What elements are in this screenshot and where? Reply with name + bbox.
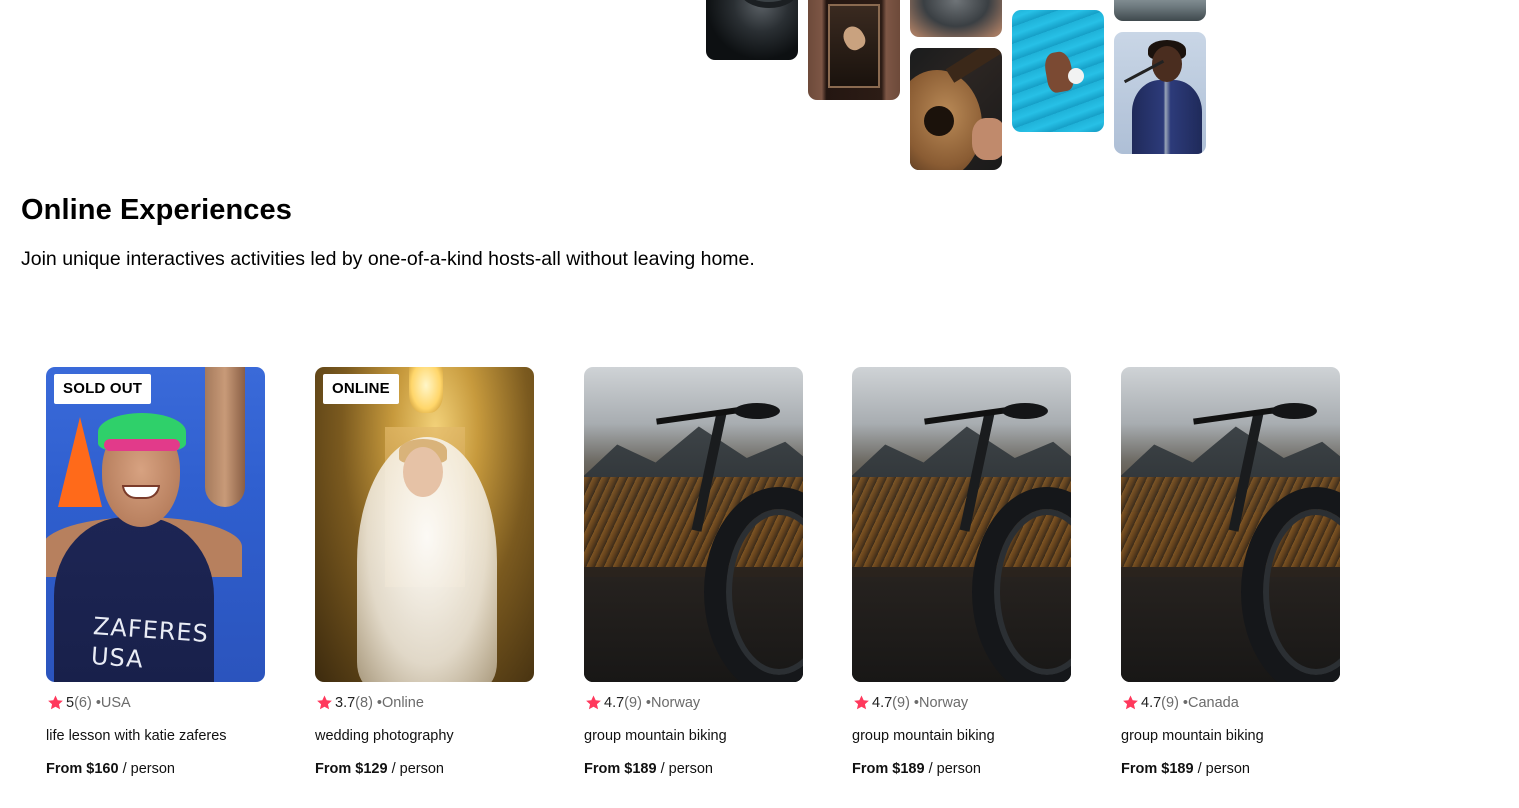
price-unit: / person [387,761,444,777]
section-title: Online Experiences [21,194,292,226]
card-meta: 3.7 (8) •Online [315,694,424,712]
card-title[interactable]: group mountain biking [1121,728,1264,744]
price-amount: From $189 [1121,761,1194,777]
card-meta: 4.7 (9) •Norway [852,694,968,712]
card-title[interactable]: group mountain biking [852,728,995,744]
rating-value: 5 [66,695,75,711]
rating-value: 3.7 [335,695,356,711]
review-count: (9) [624,695,642,711]
card-image[interactable]: ONLINE [315,367,534,682]
section-subtitle: Join unique interactives activities led … [21,248,755,270]
pottery-photo [910,0,1002,37]
experience-card-list: ZAFERES USA SOLD OUT 5 (6) •USA life les… [0,367,1519,808]
experience-card[interactable]: 4.7 (9) •Canada group mountain biking Fr… [1121,367,1340,777]
hero-photo-grid [0,0,1519,175]
star-icon [48,695,63,710]
star-icon [317,695,332,710]
card-image[interactable] [1121,367,1340,682]
card-price: From $129 / person [315,761,444,777]
location: •USA [95,695,131,711]
card-price: From $189 / person [852,761,981,777]
review-count: (9) [892,695,910,711]
card-title[interactable]: wedding photography [315,728,454,744]
cookware-photo [706,0,798,60]
location: •Norway [913,695,969,711]
card-meta: 4.7 (9) •Norway [584,694,700,712]
rating-value: 4.7 [872,695,893,711]
price-amount: From $189 [584,761,657,777]
swimmer-photo [1012,10,1104,132]
rating-value: 4.7 [604,695,625,711]
card-image[interactable] [852,367,1071,682]
rating-value: 4.7 [1141,695,1162,711]
price-unit: / person [924,761,981,777]
card-image[interactable]: ZAFERES USA SOLD OUT [46,367,265,682]
status-badge: SOLD OUT [54,374,152,404]
star-icon [1123,695,1138,710]
star-icon [854,695,869,710]
meditation-photo [1114,0,1206,21]
card-title[interactable]: group mountain biking [584,728,727,744]
review-count: (6) [74,695,92,711]
location: •Norway [645,695,701,711]
card-price: From $189 / person [1121,761,1250,777]
price-amount: From $160 [46,761,119,777]
card-price: From $189 / person [584,761,713,777]
card-meta: 4.7 (9) •Canada [1121,694,1239,712]
price-unit: / person [656,761,713,777]
review-count: (8) [355,695,373,711]
price-amount: From $129 [315,761,388,777]
dancer-doorway-photo [808,0,900,100]
experience-card[interactable]: 4.7 (9) •Norway group mountain biking Fr… [584,367,803,777]
star-icon [586,695,601,710]
experience-card[interactable]: ZAFERES USA SOLD OUT 5 (6) •USA life les… [46,367,265,777]
experience-card[interactable]: 4.7 (9) •Norway group mountain biking Fr… [852,367,1071,777]
review-count: (9) [1161,695,1179,711]
card-meta: 5 (6) •USA [46,694,131,712]
status-badge: ONLINE [323,374,399,404]
price-amount: From $189 [852,761,925,777]
card-image[interactable] [584,367,803,682]
price-unit: / person [118,761,175,777]
location: •Online [376,695,424,711]
experience-card[interactable]: ONLINE 3.7 (8) •Online wedding photograp… [315,367,534,777]
shirt-text: ZAFERES USA [90,612,210,674]
guitar-photo [910,48,1002,170]
singer-photo [1114,32,1206,154]
location: •Canada [1182,695,1239,711]
card-title[interactable]: life lesson with katie zaferes [46,728,227,744]
card-price: From $160 / person [46,761,175,777]
price-unit: / person [1193,761,1250,777]
